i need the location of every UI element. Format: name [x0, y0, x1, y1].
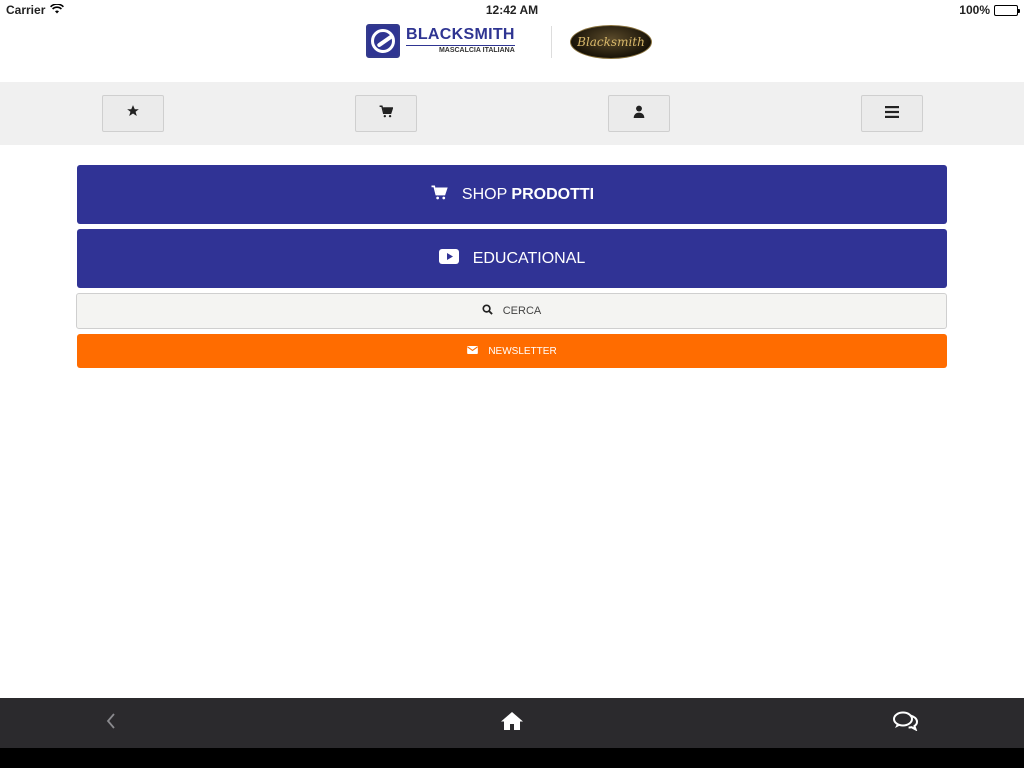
logo-mark-icon: [366, 24, 400, 58]
products-label: PRODOTTI: [511, 185, 595, 203]
menu-icon: [885, 105, 899, 123]
chat-icon: [893, 711, 919, 736]
battery-icon: [994, 4, 1020, 16]
screen-bottom-bezel: [0, 748, 1024, 768]
play-icon: [438, 248, 459, 269]
status-bar: Carrier 12:42 AM 100%: [0, 0, 1024, 20]
blacksmith-logo[interactable]: BLACKSMITH MASCALCIA ITALIANA: [366, 24, 515, 58]
newsletter-label: NEWSLETTER: [488, 345, 557, 357]
educational-label: EDUCATIONAL: [472, 249, 586, 267]
educational-button[interactable]: EDUCATIONAL: [77, 229, 947, 288]
cart-icon: [430, 185, 448, 205]
home-button[interactable]: [497, 708, 527, 738]
logo-secondary-text: Blacksmith: [577, 35, 645, 49]
user-icon: [633, 105, 645, 123]
shop-products-button[interactable]: SHOP PRODOTTI: [77, 165, 947, 224]
newsletter-button[interactable]: NEWSLETTER: [77, 334, 947, 368]
logo-brand-text: BLACKSMITH: [406, 26, 515, 46]
chat-button[interactable]: [891, 708, 921, 738]
search-label: CERCA: [502, 305, 542, 317]
header: BLACKSMITH MASCALCIA ITALIANA Blacksmith: [0, 20, 1024, 82]
menu-button[interactable]: [861, 95, 923, 132]
favorites-button[interactable]: [102, 95, 164, 132]
battery-percentage: 100%: [959, 3, 990, 17]
logo-subtitle-text: MASCALCIA ITALIANA: [438, 47, 515, 54]
cart-button[interactable]: [355, 95, 417, 132]
envelope-icon: [467, 345, 479, 357]
search-button[interactable]: CERCA: [76, 293, 947, 329]
main-menu: SHOP PRODOTTI EDUCATIONAL CERCA NEWSLETT…: [76, 165, 947, 368]
back-icon: [106, 712, 116, 734]
account-button[interactable]: [608, 95, 670, 132]
back-button[interactable]: [96, 708, 126, 738]
star-icon: [126, 104, 140, 123]
blacksmith-secondary-logo[interactable]: Blacksmith: [570, 25, 652, 59]
logo-divider: [551, 26, 552, 58]
toolbar: [0, 82, 1024, 145]
shop-label: SHOP: [461, 185, 507, 203]
clock: 12:42 AM: [485, 3, 539, 17]
cart-icon: [379, 105, 394, 123]
bottom-navigation-bar: [0, 698, 1024, 748]
search-icon: [482, 304, 493, 318]
home-icon: [500, 711, 524, 736]
